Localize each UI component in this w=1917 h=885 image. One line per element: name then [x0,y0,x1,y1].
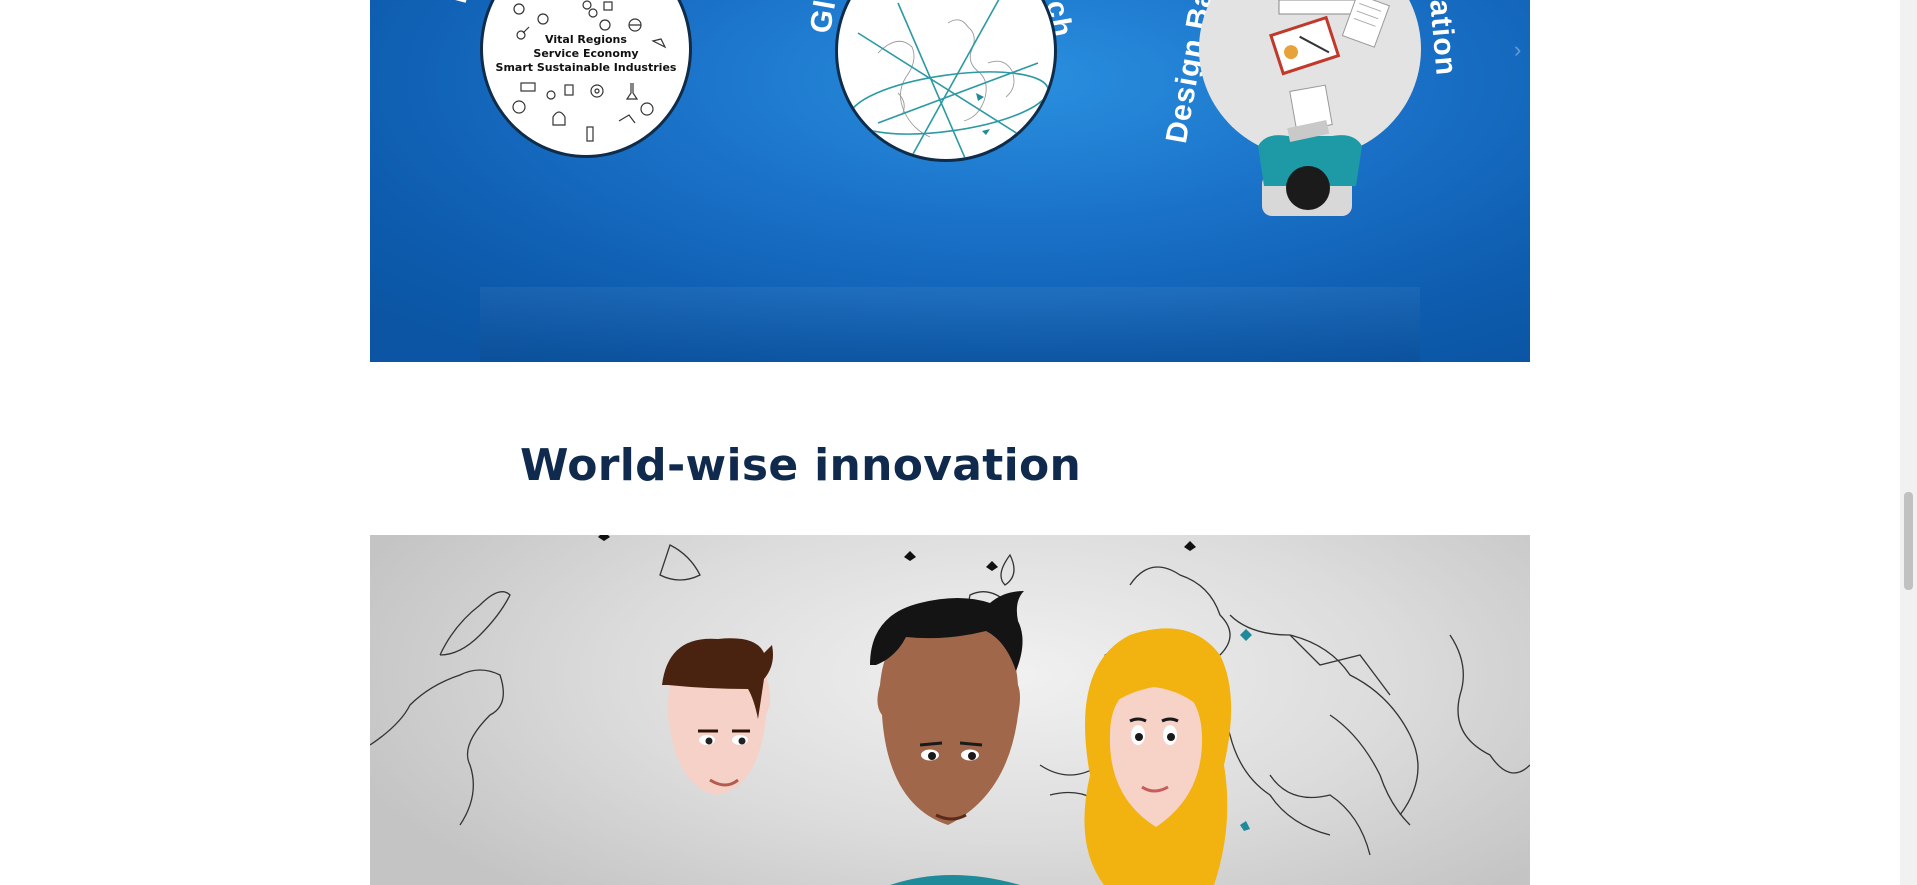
video-carousel-panel[interactable]: Fo [370,0,1530,362]
person-left [662,638,773,795]
page: Fo [0,0,1900,885]
circle-1-arc-label: Fo [440,0,483,7]
person-center [870,591,1024,825]
focus-line-2: Service Economy [533,47,639,60]
scrollbar-thumb[interactable] [1904,492,1913,590]
panel-floor-shadow [480,287,1420,362]
focus-line-3: Smart Sustainable Industries [495,61,677,74]
world-map-illustration[interactable] [370,535,1530,885]
circle-3-arc-label-right: ation [1423,0,1463,78]
carousel-next-icon[interactable]: › [1514,38,1528,62]
section-title: World-wise innovation [520,440,1082,491]
person-right [1084,628,1232,885]
globe-icon [849,0,1049,159]
focus-areas-text: Vital Regions Service Economy Smart Sust… [483,33,689,75]
page-scrollbar[interactable] [1900,0,1917,885]
map-scene [370,535,1530,885]
focus-areas-circle: Vital Regions Service Economy Smart Sust… [480,0,692,158]
global-network-circle [835,0,1057,162]
focus-icons [512,0,667,142]
designer-figure [1258,119,1362,216]
focus-line-1: Vital Regions [545,33,627,46]
